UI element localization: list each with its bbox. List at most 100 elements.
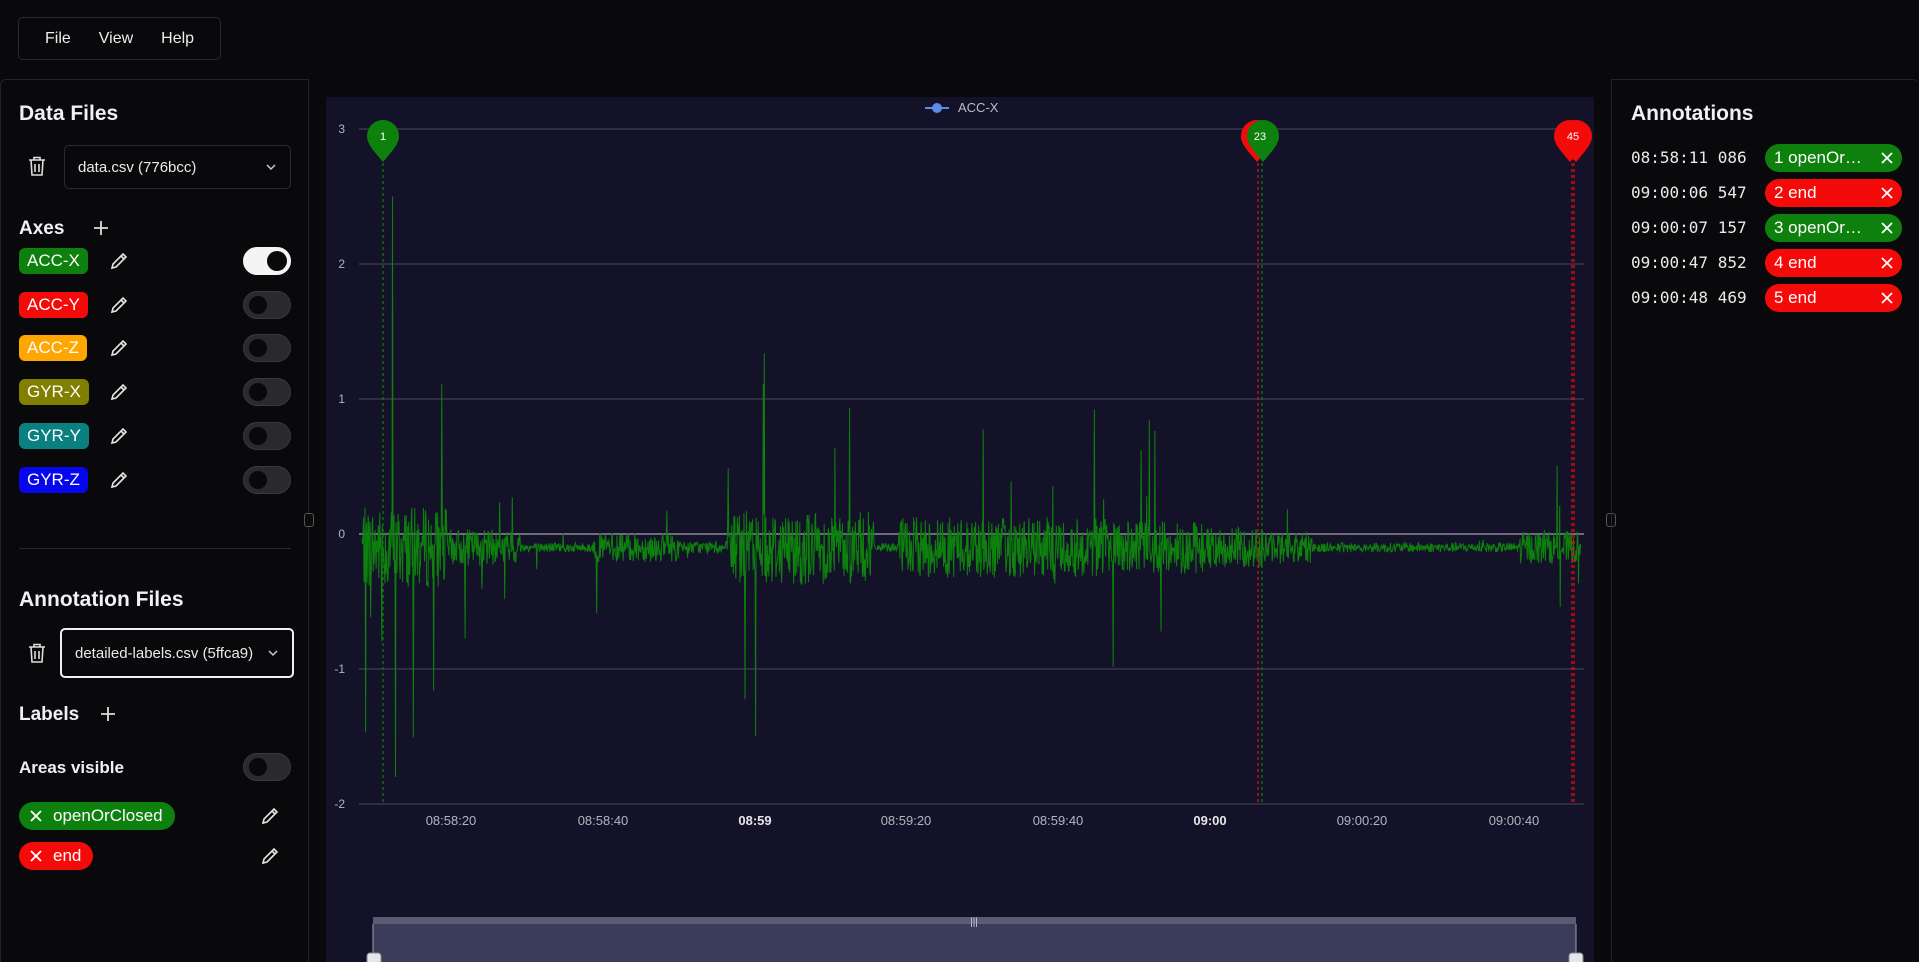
pin-label: 45 [1567,131,1579,143]
annotation-pill[interactable]: 1 openOrClosed [1765,144,1902,172]
acc-chart[interactable]: 3 2 1 0 -1 -2 ACC-X 1 23 45 08:58:20 08:58:40 08:59 0… [309,79,1611,962]
labels-title: Labels [19,704,80,725]
menu-file[interactable]: File [31,30,85,48]
axis-chip: ACC-X [19,248,88,274]
pencil-icon [110,383,128,401]
x-tick-label: 08:59:20 [881,813,932,828]
trash-icon [29,156,45,176]
legend-marker [932,103,942,113]
annotation-pill[interactable]: 2 end [1765,179,1902,207]
annotation-pill[interactable]: 4 end [1765,249,1902,277]
axis-visible-toggle[interactable] [243,247,291,275]
remove-label-icon[interactable] [19,849,53,863]
axis-chip: GYR-Z [19,466,88,493]
x-tick-label: 09:00:40 [1489,813,1540,828]
x-tick-label: 09:00 [1193,813,1226,828]
annotation-row[interactable]: 09:00:07 157 3 openOrClosed [1612,213,1919,243]
menu-bar: File View Help [18,17,222,60]
edit-label-button[interactable] [258,844,282,868]
menu-help[interactable]: Help [147,30,208,48]
axis-chip: ACC-Z [19,335,87,362]
annotation-row[interactable]: 09:00:47 852 4 end [1612,248,1919,278]
axis-chip: GYR-X [19,379,89,406]
y-tick-label: 3 [338,122,345,136]
annotation-file-select[interactable]: detailed-labels.csv (5ffca9) [60,628,294,678]
edit-axis-button[interactable] [107,336,131,360]
y-tick-label: 2 [338,257,345,271]
axis-visible-toggle[interactable] [243,290,291,319]
menu-view[interactable]: View [85,30,147,48]
remove-annotation-icon[interactable] [1872,221,1902,235]
x-tick-label: 08:58:40 [578,813,629,828]
annotation-pill[interactable]: 5 end [1765,284,1902,312]
remove-annotation-icon[interactable] [1872,256,1902,270]
pencil-icon [110,296,128,313]
legend-label: ACC-X [958,100,999,115]
pin-label: 23 [1254,131,1266,143]
remove-label-icon[interactable] [19,809,53,823]
pencil-icon [261,847,279,864]
delete-annotation-file-button[interactable] [25,641,49,665]
annotation-pill[interactable]: 3 openOrClosed [1765,214,1902,242]
pencil-icon [261,807,279,825]
annotation-time: 08:58:11 086 [1631,148,1747,167]
edit-axis-button[interactable] [107,293,131,317]
sidebar-divider [19,548,291,549]
navigator-right-handle[interactable] [1568,952,1584,962]
axis-visible-toggle[interactable] [243,421,291,450]
edit-axis-button[interactable] [107,380,131,404]
chevron-down-icon [268,650,278,657]
edit-axis-button[interactable] [107,249,131,273]
chart-area: 3 2 1 0 -1 -2 ACC-X 1 23 45 08:58:20 08:58:40 08:59 0… [304,79,1616,962]
delete-data-file-button[interactable] [25,154,49,178]
axis-chip: GYR-Y [19,422,89,449]
areas-visible-toggle[interactable] [243,753,291,781]
annotation-row[interactable]: 09:00:48 469 5 end [1612,283,1919,313]
edit-label-button[interactable] [258,804,282,828]
annotation-label: 5 end [1774,288,1817,307]
annotation-time: 09:00:48 469 [1631,288,1747,307]
navigator-grip: ||| [970,917,978,928]
add-label-button[interactable] [96,702,120,726]
x-tick-label: 09:00:20 [1337,813,1388,828]
chevron-down-icon [266,164,276,171]
y-tick-label: 0 [338,527,345,541]
data-file-selected-value: data.csv (776bcc) [78,158,197,176]
axis-visible-toggle[interactable] [243,378,291,407]
annotations-title: Annotations [1631,102,1754,125]
areas-visible-label: Areas visible [19,758,124,777]
trash-icon [29,643,45,663]
pin-label: 1 [380,131,386,143]
remove-annotation-icon[interactable] [1872,291,1902,305]
annotation-row[interactable]: 08:58:11 086 1 openOrClosed [1612,143,1919,173]
add-axis-button[interactable] [89,216,113,240]
annotation-time: 09:00:47 852 [1631,253,1747,272]
label-pill[interactable]: openOrClosed [19,802,175,830]
label-pill[interactable]: end [19,841,94,870]
annotation-files-title: Annotation Files [19,588,184,611]
x-tick-label: 08:59 [738,813,771,828]
navigator-left-handle[interactable] [366,952,382,962]
annotation-label: 3 openOrClosed [1774,218,1872,237]
axis-chip: ACC-Y [19,291,88,318]
y-tick-label: -1 [334,662,345,676]
y-tick-label: -2 [334,797,345,811]
annotation-label: 2 end [1774,183,1817,202]
remove-annotation-icon[interactable] [1872,151,1902,165]
y-tick-label: 1 [338,392,345,406]
annotation-file-selected-value: detailed-labels.csv (5ffca9) [75,644,254,662]
plus-icon [94,221,108,235]
remove-annotation-icon[interactable] [1872,186,1902,200]
annotation-row[interactable]: 09:00:06 547 2 end [1612,178,1919,208]
annotation-label: 1 openOrClosed [1774,148,1872,167]
data-file-select[interactable]: data.csv (776bcc) [64,145,291,189]
left-resize-handle[interactable] [304,513,314,527]
axis-visible-toggle[interactable] [243,465,291,494]
label-name: end [53,845,82,865]
axis-visible-toggle[interactable] [243,334,291,363]
zoom-navigator[interactable]: ||| [366,917,1584,962]
plus-icon [101,707,115,721]
x-tick-label: 08:59:40 [1033,813,1084,828]
edit-axis-button[interactable] [107,424,131,448]
edit-axis-button[interactable] [107,468,131,492]
